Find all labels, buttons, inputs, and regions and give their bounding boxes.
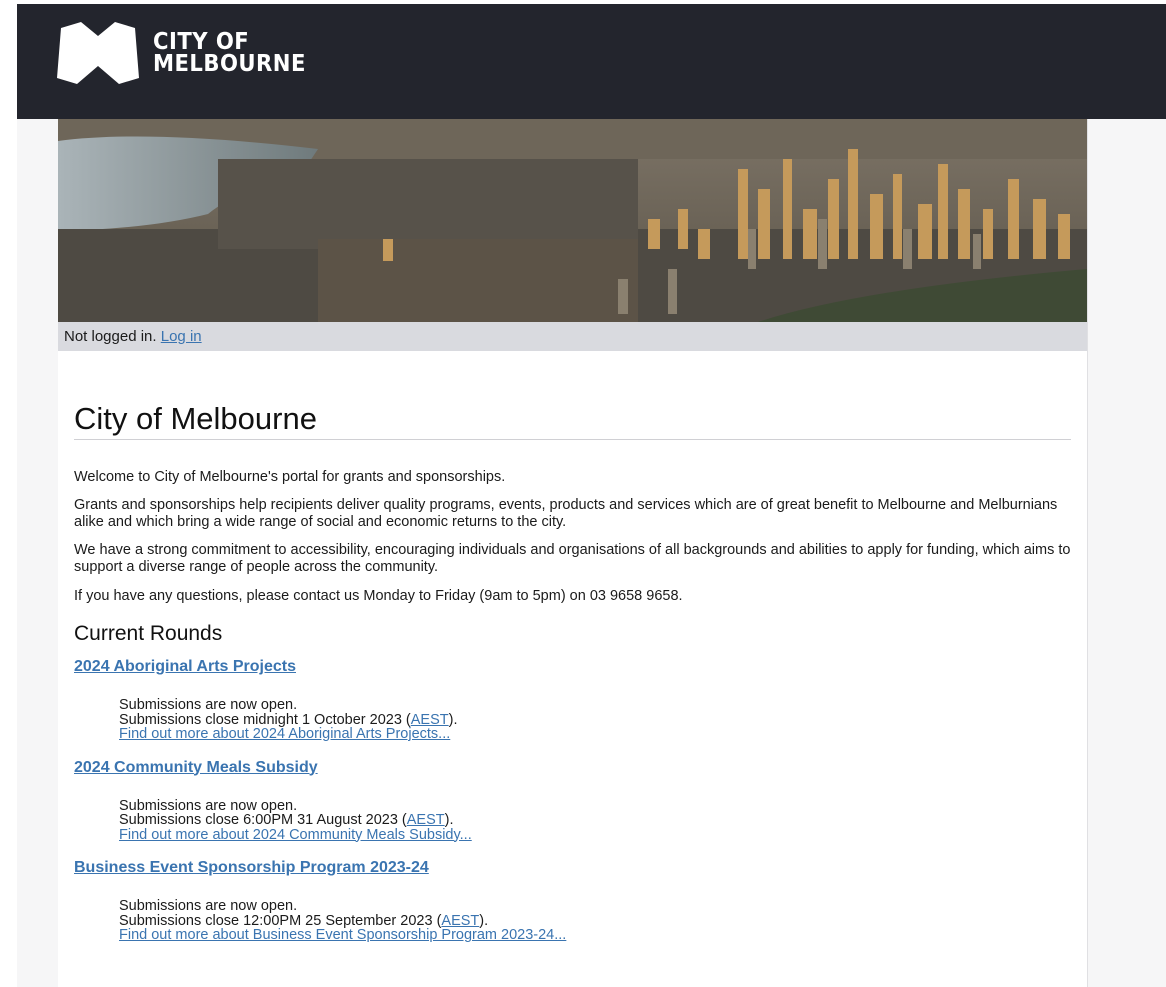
logo-wordmark: CITY OF MELBOURNE — [153, 29, 306, 77]
site-header: CITY OF MELBOURNE — [17, 4, 1166, 119]
login-link[interactable]: Log in — [161, 328, 202, 345]
login-status-text: Not logged in. — [64, 328, 157, 345]
round-title-link[interactable]: Business Event Sponsorship Program 2023-… — [74, 858, 1071, 878]
intro-paragraph: Welcome to City of Melbourne's portal fo… — [74, 469, 506, 485]
round-status: Submissions are now open. — [119, 898, 298, 914]
city-logo-link[interactable]: CITY OF MELBOURNE — [57, 22, 319, 84]
round-title-link[interactable]: 2024 Aboriginal Arts Projects — [74, 657, 1071, 677]
intro-paragraph: We have a strong commitment to accessibi… — [74, 542, 1071, 575]
find-out-more-link[interactable]: Find out more about 2024 Aboriginal Arts… — [119, 726, 450, 742]
round-item: 2024 Community Meals Subsidy Submissions… — [74, 758, 1071, 843]
round-close-date: Submissions close midnight 1 October 202… — [119, 712, 1071, 728]
round-status: Submissions are now open. — [119, 697, 298, 713]
round-details: Submissions are now open. Submissions cl… — [119, 899, 1071, 943]
main-panel: Not logged in. Log in City of Melbourne … — [58, 119, 1087, 987]
page-gutter-left — [17, 119, 58, 987]
current-rounds-heading: Current Rounds — [74, 622, 223, 645]
page-gutter-right — [1087, 119, 1166, 987]
find-out-more-link[interactable]: Find out more about 2024 Community Meals… — [119, 827, 472, 843]
logo-line-1: CITY OF — [153, 29, 250, 55]
hero-banner-image — [58, 119, 1087, 322]
login-status-bar: Not logged in. Log in — [58, 322, 1087, 351]
logo-line-2: MELBOURNE — [153, 51, 306, 77]
round-item: Business Event Sponsorship Program 2023-… — [74, 858, 1071, 943]
round-details: Submissions are now open. Submissions cl… — [119, 797, 1071, 843]
round-close-date: Submissions close 6:00PM 31 August 2023 … — [119, 813, 1071, 828]
intro-paragraph: If you have any questions, please contac… — [74, 588, 683, 604]
page-title: City of Melbourne — [74, 399, 1071, 440]
city-of-melbourne-logo-icon — [57, 22, 139, 84]
find-out-more-link[interactable]: Find out more about Business Event Spons… — [119, 927, 566, 943]
round-details: Submissions are now open. Submissions cl… — [119, 698, 1071, 742]
page-content: City of Melbourne Welcome to City of Mel… — [74, 351, 1071, 943]
intro-text: Welcome to City of Melbourne's portal fo… — [74, 440, 1071, 605]
round-item: 2024 Aboriginal Arts Projects Submission… — [74, 657, 1071, 742]
intro-paragraph: Grants and sponsorships help recipients … — [74, 497, 1058, 530]
rounds-list: 2024 Aboriginal Arts Projects Submission… — [74, 657, 1071, 943]
round-title-link[interactable]: 2024 Community Meals Subsidy — [74, 758, 1071, 778]
round-status: Submissions are now open. — [119, 797, 298, 814]
round-close-date: Submissions close 12:00PM 25 September 2… — [119, 913, 1071, 929]
